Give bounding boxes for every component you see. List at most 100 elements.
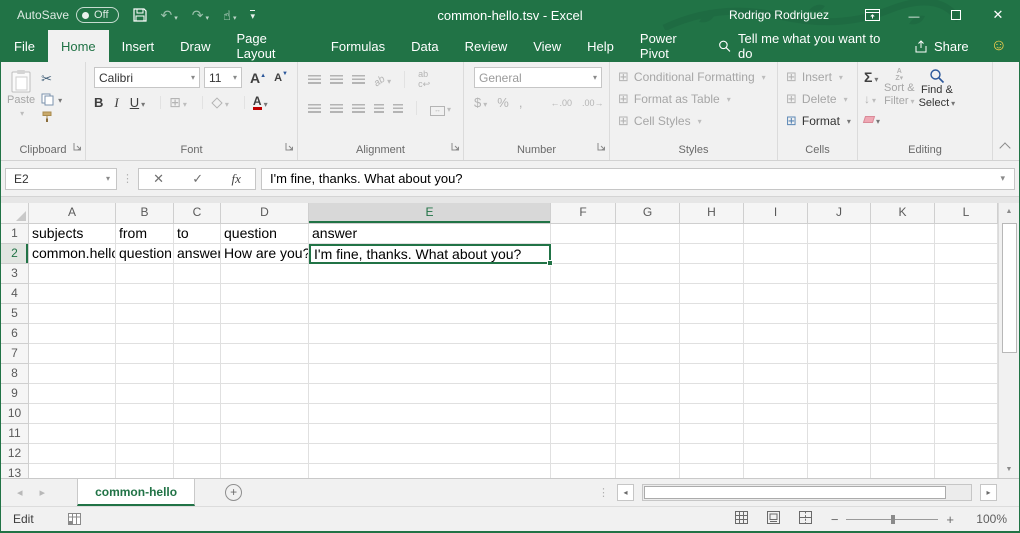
cell-F2[interactable] xyxy=(551,244,616,264)
cell-E7[interactable] xyxy=(309,344,551,364)
cell-B11[interactable] xyxy=(116,424,174,444)
cell-A4[interactable] xyxy=(29,284,116,304)
format-cells-dropdown[interactable] xyxy=(845,112,851,130)
cell-K8[interactable] xyxy=(871,364,935,384)
borders-dropdown[interactable] xyxy=(181,95,187,110)
cell-K9[interactable] xyxy=(871,384,935,404)
italic-button[interactable]: I xyxy=(114,95,118,111)
cell-D13[interactable] xyxy=(221,464,309,478)
expand-formula-bar-icon[interactable] xyxy=(1000,173,1005,184)
zoom-slider[interactable] xyxy=(846,514,938,525)
cell-F9[interactable] xyxy=(551,384,616,404)
cancel-button[interactable] xyxy=(153,171,164,187)
column-header-H[interactable]: H xyxy=(680,203,744,224)
merge-center-button[interactable]: ↔ xyxy=(430,99,451,117)
cell-A12[interactable] xyxy=(29,444,116,464)
cell-J6[interactable] xyxy=(808,324,871,344)
cell-E1[interactable]: answer xyxy=(309,224,551,244)
cell-J1[interactable] xyxy=(808,224,871,244)
cell-I11[interactable] xyxy=(744,424,808,444)
cell-C1[interactable]: to xyxy=(174,224,221,244)
insert-function-button[interactable]: fx xyxy=(231,171,240,187)
cell-L4[interactable] xyxy=(935,284,998,304)
horizontal-scrollbar[interactable] xyxy=(642,484,972,501)
cell-J11[interactable] xyxy=(808,424,871,444)
increase-decimal-button[interactable]: ←.00 xyxy=(550,98,572,108)
scroll-left-icon[interactable] xyxy=(617,484,634,501)
cell-E11[interactable] xyxy=(309,424,551,444)
increase-font-size-button[interactable]: A▲ xyxy=(250,70,266,86)
cell-G7[interactable] xyxy=(616,344,680,364)
share-button[interactable]: Share xyxy=(914,30,969,62)
row-header-13[interactable]: 13 xyxy=(1,464,29,478)
minimize-button[interactable] xyxy=(893,0,935,30)
cell-J3[interactable] xyxy=(808,264,871,284)
align-right-icon[interactable] xyxy=(352,104,365,113)
row-header-8[interactable]: 8 xyxy=(1,364,29,384)
fill-button[interactable] xyxy=(864,90,880,106)
tab-formulas[interactable]: Formulas xyxy=(318,30,398,62)
cell-K12[interactable] xyxy=(871,444,935,464)
scroll-right-icon[interactable] xyxy=(980,484,997,501)
autosum-dropdown[interactable] xyxy=(872,69,878,85)
cell-H6[interactable] xyxy=(680,324,744,344)
find-select-button[interactable]: Find & Select xyxy=(919,67,956,142)
undo-dropdown[interactable] xyxy=(174,7,178,23)
sort-filter-button[interactable]: AZ▾ Sort & Filter xyxy=(884,67,915,142)
cell-G4[interactable] xyxy=(616,284,680,304)
cell-G3[interactable] xyxy=(616,264,680,284)
font-family-select[interactable]: Calibri xyxy=(94,67,200,88)
accounting-format-button[interactable]: $ xyxy=(474,95,487,110)
cell-L9[interactable] xyxy=(935,384,998,404)
cell-H2[interactable] xyxy=(680,244,744,264)
tab-home[interactable]: Home xyxy=(48,30,109,62)
copy-dropdown[interactable] xyxy=(56,92,62,106)
cell-G6[interactable] xyxy=(616,324,680,344)
column-header-K[interactable]: K xyxy=(871,203,935,224)
column-header-I[interactable]: I xyxy=(744,203,808,224)
cell-E13[interactable] xyxy=(309,464,551,478)
cell-L12[interactable] xyxy=(935,444,998,464)
cell-K11[interactable] xyxy=(871,424,935,444)
orientation-dropdown[interactable] xyxy=(385,71,391,88)
page-break-preview-button[interactable] xyxy=(799,511,812,527)
orientation-button[interactable]: ab xyxy=(374,71,391,89)
name-box[interactable]: E2 xyxy=(5,168,117,190)
cell-G5[interactable] xyxy=(616,304,680,324)
cell-D7[interactable] xyxy=(221,344,309,364)
cell-D5[interactable] xyxy=(221,304,309,324)
cell-E12[interactable] xyxy=(309,444,551,464)
collapse-ribbon-button[interactable] xyxy=(999,142,1010,153)
previous-sheet-icon[interactable] xyxy=(17,486,23,499)
cell-G8[interactable] xyxy=(616,364,680,384)
cell-A2[interactable]: common.hello xyxy=(29,244,116,264)
cell-H4[interactable] xyxy=(680,284,744,304)
cell-I4[interactable] xyxy=(744,284,808,304)
cell-G11[interactable] xyxy=(616,424,680,444)
cell-E10[interactable] xyxy=(309,404,551,424)
clear-dropdown[interactable] xyxy=(874,111,880,127)
cell-G2[interactable] xyxy=(616,244,680,264)
cell-H10[interactable] xyxy=(680,404,744,424)
font-color-dropdown[interactable] xyxy=(262,95,268,110)
vertical-scrollbar[interactable] xyxy=(998,203,1019,478)
clear-button[interactable] xyxy=(864,111,880,127)
cell-B6[interactable] xyxy=(116,324,174,344)
cell-J12[interactable] xyxy=(808,444,871,464)
cell-C7[interactable] xyxy=(174,344,221,364)
cell-C12[interactable] xyxy=(174,444,221,464)
cell-B2[interactable]: question xyxy=(116,244,174,264)
cell-A6[interactable] xyxy=(29,324,116,344)
format-as-table-button[interactable]: Format as Table xyxy=(618,90,777,108)
cell-I10[interactable] xyxy=(744,404,808,424)
normal-view-button[interactable] xyxy=(735,511,748,527)
cell-E8[interactable] xyxy=(309,364,551,384)
cell-K3[interactable] xyxy=(871,264,935,284)
cell-H5[interactable] xyxy=(680,304,744,324)
cell-F13[interactable] xyxy=(551,464,616,478)
paste-dropdown[interactable] xyxy=(18,107,24,119)
column-header-L[interactable]: L xyxy=(935,203,998,224)
row-header-4[interactable]: 4 xyxy=(1,284,29,304)
zoom-level[interactable]: 100% xyxy=(973,512,1007,526)
cell-E2[interactable]: I'm fine, thanks. What about you? xyxy=(309,244,551,264)
